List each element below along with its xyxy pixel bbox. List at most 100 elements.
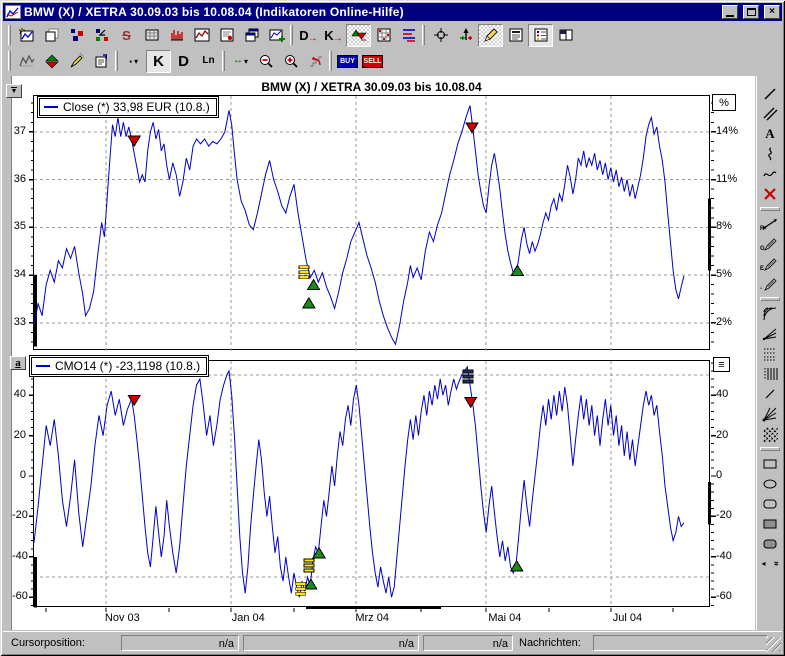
cmo-chart-plot[interactable] (33, 360, 710, 607)
minimize-button[interactable] (722, 5, 738, 19)
axis-tick-label: 34 (12, 268, 26, 280)
fibonacci-fan-tool[interactable] (758, 324, 782, 344)
resize-grip[interactable] (766, 637, 781, 652)
line-chart-button[interactable] (189, 24, 214, 47)
trend-pencil-g-tool[interactable]: G (758, 234, 782, 254)
rectangle-tool[interactable] (758, 454, 782, 474)
cursor-x-field: n/a (121, 635, 239, 651)
crosshair-button[interactable] (428, 24, 453, 47)
cursor-y-field: n/a (243, 635, 419, 651)
wave-tool[interactable] (758, 164, 782, 184)
legend-line-sample (36, 365, 50, 367)
chart-properties-button[interactable] (89, 50, 114, 73)
add-chart-button[interactable] (264, 24, 289, 47)
buy-button[interactable]: BUY (335, 50, 360, 73)
scroll-left-button[interactable]: ◂ (758, 558, 769, 569)
chart-panel: BMW (X) / XETRA 30.09.03 bis 10.08.04 Cl… (12, 76, 755, 630)
sell-label: SELL (362, 55, 384, 68)
ellipse-tool[interactable] (758, 474, 782, 494)
delete-object-tool[interactable] (758, 184, 782, 204)
axis-tick-label: -40 (716, 550, 732, 562)
hatch-pattern-tool[interactable] (758, 424, 782, 444)
cmo-legend-text: CMO14 (*) -23,1198 (10.8.) (55, 359, 200, 373)
trend-pencil-line-tool[interactable]: - (758, 274, 782, 294)
parallel-lines-tool[interactable] (758, 104, 782, 124)
toolbar-separator (760, 447, 780, 451)
cmo-menu-button[interactable]: ≡ (713, 357, 730, 372)
daily-chart-button[interactable]: D (171, 50, 196, 73)
more-tools-button[interactable]: » (771, 558, 782, 569)
mountain-chart-button[interactable] (14, 50, 39, 73)
rounded-rect-tool[interactable] (758, 494, 782, 514)
zoom-in-button[interactable] (278, 50, 303, 73)
regression-tool[interactable]: R (758, 214, 782, 234)
axis-tick-label: 5% (716, 268, 732, 280)
marker-pen-button[interactable] (64, 50, 89, 73)
close-button[interactable]: × (764, 5, 780, 19)
axis-tick-label: 0 (12, 469, 26, 481)
daily-export-button[interactable]: D→ (296, 24, 321, 47)
indicator-pane-button[interactable]: a (10, 356, 26, 370)
layout-split-button[interactable] (553, 24, 578, 47)
blocks-button[interactable] (64, 24, 89, 47)
text-tool[interactable]: A (758, 124, 782, 144)
collapse-pane-button[interactable]: ▼ (6, 84, 22, 98)
fibonacci-levels-tool[interactable] (758, 344, 782, 364)
chart-title: BMW (X) / XETRA 30.09.03 bis 10.08.04 (33, 80, 710, 94)
percent-scale-button[interactable]: % (712, 94, 736, 111)
signal-grid-button[interactable] (371, 24, 396, 47)
log-scale-button[interactable]: Ln (196, 50, 221, 73)
time-zones-tool[interactable] (758, 364, 782, 384)
axis-tick-label: -40 (12, 550, 26, 562)
zigzag-tool[interactable] (758, 144, 782, 164)
cascade-windows-button[interactable] (239, 24, 264, 47)
sell-button[interactable]: SELL (360, 50, 385, 73)
cursor-value-field: n/a (423, 635, 513, 651)
axis-tick-label: 36 (12, 173, 26, 185)
k-export-button[interactable]: K→ (321, 24, 346, 47)
new-chart-button[interactable] (14, 24, 39, 47)
signal-triangles-button[interactable] (346, 24, 371, 47)
drawing-toolbar: A R G E - ◂ » (756, 76, 783, 630)
dot-icon: · (129, 55, 133, 68)
no-short-button[interactable]: S (114, 24, 139, 47)
object-list-button[interactable] (528, 24, 553, 47)
price-chart-plot[interactable] (33, 95, 710, 350)
report-button[interactable] (503, 24, 528, 47)
toolbar-scroll-controls: ◂ » (758, 558, 782, 569)
data-table-button[interactable] (139, 24, 164, 47)
filled-rect-tool[interactable] (758, 514, 782, 534)
histogram-button[interactable] (164, 24, 189, 47)
e-badge: E (760, 266, 764, 272)
filled-rounded-rect-tool[interactable] (758, 534, 782, 554)
line-tool[interactable] (758, 84, 782, 104)
axis-tick-label: 14% (716, 125, 738, 137)
axis-tick-label: -20 (12, 509, 26, 521)
axis-tick-label: 2% (716, 316, 732, 328)
scroll-range-button[interactable]: ↔▾ (228, 50, 253, 73)
toolbar-separator (222, 51, 225, 71)
axis-tick-label: 20 (716, 429, 728, 441)
axis-tick-label: 40 (12, 388, 26, 400)
trend-pencil-e-tool[interactable]: E (758, 254, 782, 274)
indicator-lines-button[interactable] (396, 24, 421, 47)
maximize-icon (747, 8, 756, 16)
copy-chart-button[interactable] (39, 24, 64, 47)
messages-label: Nachrichten: (519, 637, 581, 649)
chart-window-button[interactable] (214, 24, 239, 47)
fibonacci-arcs-tool[interactable] (758, 304, 782, 324)
maximize-button[interactable] (743, 5, 759, 19)
zoom-out-button[interactable] (253, 50, 278, 73)
gann-fan-tool[interactable] (758, 404, 782, 424)
draw-mode-button[interactable] (478, 24, 503, 47)
line-width-button[interactable]: ·▾ (121, 50, 146, 73)
updown-signals-button[interactable] (39, 50, 64, 73)
toolbar-main: S D→ K→ (3, 22, 782, 48)
blocks-transfer-button[interactable] (89, 24, 114, 47)
cmo-legend[interactable]: CMO14 (*) -23,1198 (10.8.) (29, 355, 209, 377)
reset-zoom-button[interactable] (303, 50, 328, 73)
trendline-tool[interactable] (758, 384, 782, 404)
candle-chart-button[interactable]: K (146, 50, 171, 73)
price-legend[interactable]: Close (*) 33,98 EUR (10.8.) (37, 96, 219, 118)
pointer-arrows-button[interactable] (453, 24, 478, 47)
